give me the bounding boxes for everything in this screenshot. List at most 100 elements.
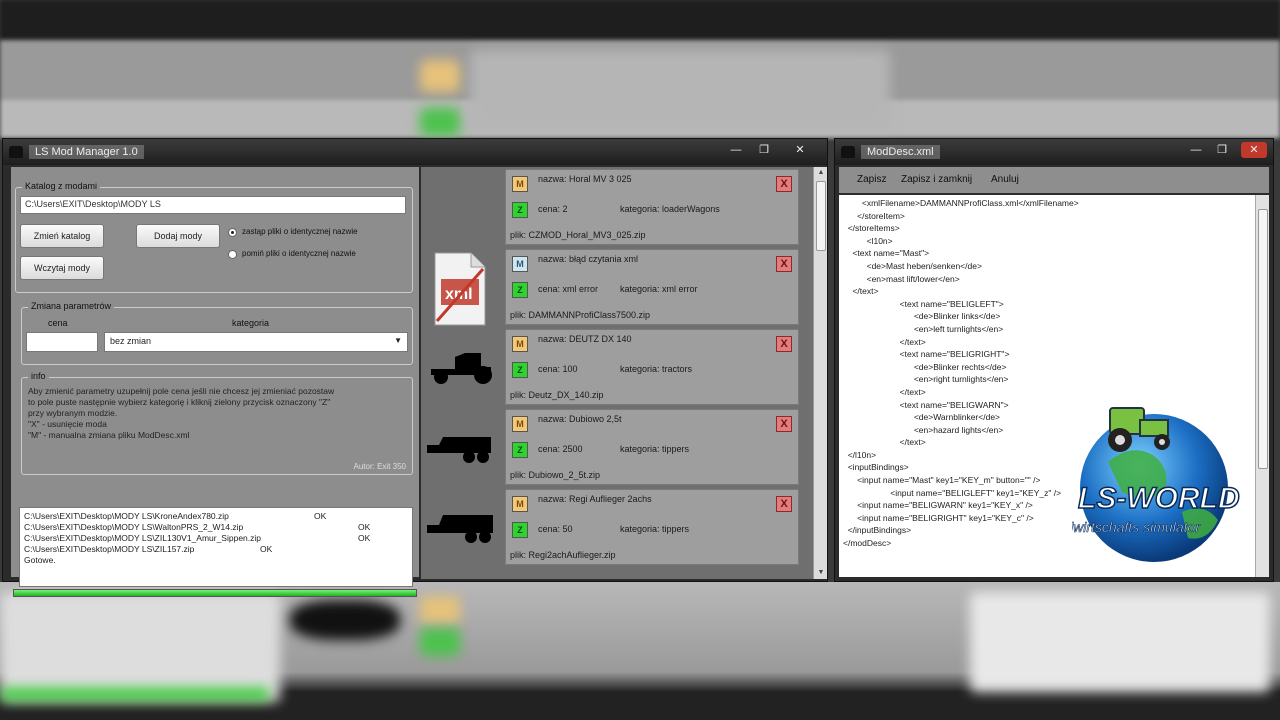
code-line: </text> [843,386,926,397]
settings-pane: Katalog z modami C:\Users\EXIT\Desktop\M… [11,167,419,597]
price-input[interactable] [26,332,98,352]
catalog-group: Katalog z modami C:\Users\EXIT\Desktop\M… [15,181,413,293]
log-path: C:\Users\EXIT\Desktop\MODY LS\ZIL157.zip [24,544,195,554]
author-label: Autor: Exit 350 [353,462,406,471]
code-line: </storeItems> [843,223,900,234]
mod-price: cena: 2500 [538,444,583,454]
mod-card: M Z X nazwa: DEUTZ DX 140 cena: 100 kate… [505,329,799,405]
code-line: </text> [843,286,879,297]
scroll-down-icon[interactable]: ▼ [814,567,828,579]
add-mods-button[interactable]: Dodaj mody [136,224,220,248]
log-status: OK [260,544,273,554]
mod-list-pane: M Z X nazwa: Horal MV 3 025 cena: 2 kate… [421,167,813,579]
log-status: OK [358,522,371,532]
mod-name: nazwa: Dubiowo 2,5t [538,414,622,424]
blurred-z-badge [420,108,460,136]
blurred-log [0,592,280,702]
delete-mod-button[interactable]: X [776,336,792,352]
log-row: C:\Users\EXIT\Desktop\MODY LS\WaltonPRS_… [24,522,408,533]
delete-mod-button[interactable]: X [776,176,792,192]
info-text: Aby zmienić parametry uzupełnij pole cen… [28,386,412,441]
apply-changes-button[interactable]: Z [512,442,528,458]
info-line: "M" - manualna zmiana pliku ModDesc.xml [28,430,190,440]
mod-list-scrollbar[interactable]: ▲ ▼ [813,167,827,579]
tractor-app-icon [9,146,23,158]
minimize-button[interactable]: — [723,142,749,158]
log-output: C:\Users\EXIT\Desktop\MODY LS\KroneAndex… [19,507,413,587]
apply-changes-button[interactable]: Z [512,522,528,538]
code-line: <input name="BELIGLEFT" key1="KEY_z" /> [843,487,1062,498]
log-path: C:\Users\EXIT\Desktop\MODY LS\ZIL130V1_A… [24,533,261,543]
code-line: <de>Warnblinker</de> [843,412,1001,423]
close-button[interactable]: ✕ [787,142,813,158]
info-group-label: info [28,371,49,381]
minimize-button[interactable]: — [1183,142,1209,158]
moddesc-titlebar: ModDesc.xml — ❐ ✕ [835,139,1273,165]
mod-card: M Z X nazwa: Dubiowo 2,5t cena: 2500 kat… [505,409,799,485]
blurred-editor [970,592,1270,692]
info-line: Aby zmienić parametry uzupełnij pole cen… [28,386,335,396]
category-select[interactable]: bez zmian ▼ [104,332,408,352]
delete-mod-button[interactable]: X [776,256,792,272]
blurred-tractor [290,600,400,640]
code-line: <text name="Mast"> [843,248,930,259]
replace-radio[interactable] [228,228,237,237]
maximize-button[interactable]: ❐ [751,142,777,158]
mod-name: nazwa: błąd czytania xml [538,254,639,264]
window-title: LS Mod Manager 1.0 [29,145,144,159]
menu-save-close[interactable]: Zapisz i zamknij [901,174,972,185]
apply-changes-button[interactable]: Z [512,362,528,378]
mod-category: kategoria: tippers [620,444,690,454]
log-row: C:\Users\EXIT\Desktop\MODY LS\ZIL130V1_A… [24,533,408,544]
manual-edit-button[interactable]: M [512,336,528,352]
log-path: C:\Users\EXIT\Desktop\MODY LS\WaltonPRS_… [24,522,244,532]
chevron-down-icon: ▼ [394,336,402,345]
progress-bar [13,589,417,597]
skip-radio[interactable] [228,250,237,259]
menu-cancel[interactable]: Anuluj [991,174,1019,185]
manual-edit-button[interactable]: M [512,496,528,512]
apply-changes-button[interactable]: Z [512,282,528,298]
delete-mod-button[interactable]: X [776,416,792,432]
delete-mod-button[interactable]: X [776,496,792,512]
mod-category: kategoria: xml error [620,284,698,294]
blurred-mod-panel [470,50,890,130]
apply-changes-button[interactable]: Z [512,202,528,218]
parameters-group: Zmiana parametrów cena kategoria bez zmi… [21,301,413,365]
menu-save[interactable]: Zapisz [857,174,886,185]
code-line: <en>mast lift/lower</en> [843,273,960,284]
maximize-button[interactable]: ❐ [1209,142,1235,158]
code-line: <l10n> [843,235,893,246]
mod-name: nazwa: Regi Auflieger 2achs [538,494,652,504]
scroll-thumb[interactable] [816,181,826,251]
mod-category: kategoria: loaderWagons [620,204,720,214]
watermark-subtitle: Landwirtschafts simulator [1072,519,1201,535]
change-folder-button[interactable]: Zmień katalog [20,224,104,248]
scroll-up-icon[interactable]: ▲ [814,167,828,179]
mod-name: nazwa: Horal MV 3 025 [538,174,632,184]
manual-edit-button[interactable]: M [512,416,528,432]
code-line: <xmlFilename>DAMMANNProfiClass.xml</xmlF… [843,198,1079,208]
read-mods-button[interactable]: Wczytaj mody [20,256,104,280]
mod-file: plik: DAMMANNProfiClass7500.zip [510,310,651,320]
progress-fill [14,590,416,596]
code-line: <text name="BELIGRIGHT"> [843,349,1010,360]
catalog-path-input[interactable]: C:\Users\EXIT\Desktop\MODY LS [20,196,406,214]
blurred-m-badge-bottom [420,596,460,624]
category-label: kategoria [232,318,270,328]
ls-world-watermark: LS-WORLD Landwirtschafts simulator [1042,392,1272,564]
skip-radio-label: pomiń pliki o identycznej nazwie [242,249,356,258]
manual-edit-button[interactable]: M [512,256,528,272]
mod-file: plik: Dubiowo_2_5t.zip [510,470,601,480]
mod-file: plik: Deutz_DX_140.zip [510,390,604,400]
mod-manager-window: LS Mod Manager 1.0 — ❐ ✕ Katalog z modam… [2,138,828,597]
code-line: <en>right turnlights</en> [843,374,1009,385]
mod-category: kategoria: tippers [620,524,690,534]
code-line: <en>hazard lights</en> [843,424,1004,435]
code-line: <en>left turnlights</en> [843,323,1004,334]
info-line: "X" - usunięcie moda [28,419,107,429]
manual-edit-button[interactable]: M [512,176,528,192]
trailer-silhouette-icon [425,505,497,551]
close-button[interactable]: ✕ [1241,142,1267,158]
info-line: przy wybranym modzie. [28,408,118,418]
